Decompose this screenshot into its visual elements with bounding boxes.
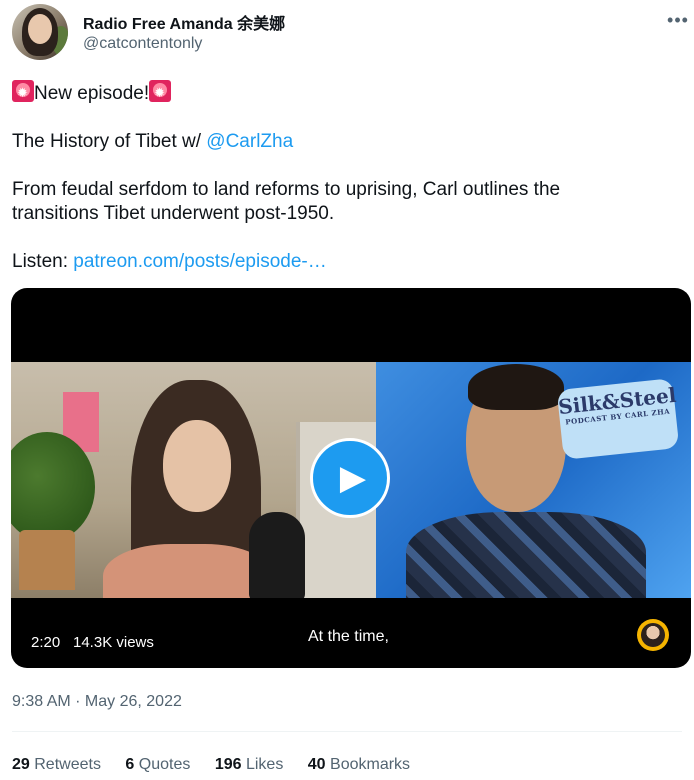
video-caption: At the time, (308, 628, 389, 645)
author-display-name[interactable]: Radio Free Amanda 余美娜 (83, 10, 285, 34)
host-face (163, 420, 231, 512)
title-text: The History of Tibet w/ (12, 131, 207, 152)
patreon-link[interactable]: patreon.com/posts/episode-… (73, 251, 326, 272)
title-line: The History of Tibet w/ @CarlZha (12, 130, 682, 154)
video-duration: 2:20 (31, 634, 61, 651)
video-views: 14.3K views (73, 634, 154, 651)
bookmarks-count: 40 (307, 756, 326, 773)
likes-stat[interactable]: 196 Likes (215, 756, 284, 773)
bookmarks-label: Bookmarks (330, 756, 411, 773)
tweet-text: New episode! The History of Tibet w/ @Ca… (12, 80, 682, 274)
video-right-frame: Silk&Steel PODCAST BY CARL ZHA (376, 362, 691, 598)
listen-line: Listen: patreon.com/posts/episode-… (12, 250, 682, 274)
guest-hair (468, 364, 564, 410)
siren-emoji-icon (149, 80, 172, 102)
quotes-label: Quotes (138, 756, 191, 773)
bookmarks-stat[interactable]: 40 Bookmarks (308, 756, 410, 773)
divider (12, 731, 682, 732)
retweets-label: Retweets (34, 756, 101, 773)
microphone (249, 512, 305, 598)
more-options-icon[interactable]: ••• (666, 8, 690, 32)
quotes-count: 6 (125, 756, 135, 773)
silk-and-steel-logo: Silk&Steel PODCAST BY CARL ZHA (556, 378, 680, 460)
channel-avatar-icon (637, 619, 669, 651)
play-icon: ▶ (339, 459, 367, 497)
author-handle[interactable]: @catcontentonly (83, 35, 202, 53)
author-avatar[interactable] (12, 4, 68, 60)
siren-emoji-icon (12, 80, 34, 102)
listen-label: Listen: (12, 251, 74, 272)
avatar-face (28, 14, 52, 44)
tweet-timestamp[interactable]: 9:38 AM · May 26, 2022 (12, 693, 182, 711)
headline-text: New episode! (34, 83, 150, 104)
engagement-stats: 29 Retweets 6 Quotes 196 Likes 40 Bookma… (12, 756, 430, 774)
plant-pot (19, 530, 75, 590)
likes-label: Likes (245, 756, 284, 773)
retweets-stat[interactable]: 29 Retweets (12, 756, 101, 773)
guest-shirt (406, 512, 646, 598)
body-line-2: transitions Tibet underwent post-1950. (12, 203, 335, 224)
headline-line: New episode! (12, 80, 682, 106)
quotes-stat[interactable]: 6 Quotes (125, 756, 190, 773)
body-line-1: From feudal serfdom to land reforms to u… (12, 179, 561, 200)
video-player[interactable]: Silk&Steel PODCAST BY CARL ZHA ▶ 2:20 14… (11, 288, 691, 668)
likes-count: 196 (214, 756, 242, 773)
host-body (103, 544, 273, 598)
retweets-count: 29 (12, 756, 30, 773)
play-button[interactable]: ▶ (310, 438, 390, 518)
mention-link[interactable]: @CarlZha (206, 131, 293, 152)
